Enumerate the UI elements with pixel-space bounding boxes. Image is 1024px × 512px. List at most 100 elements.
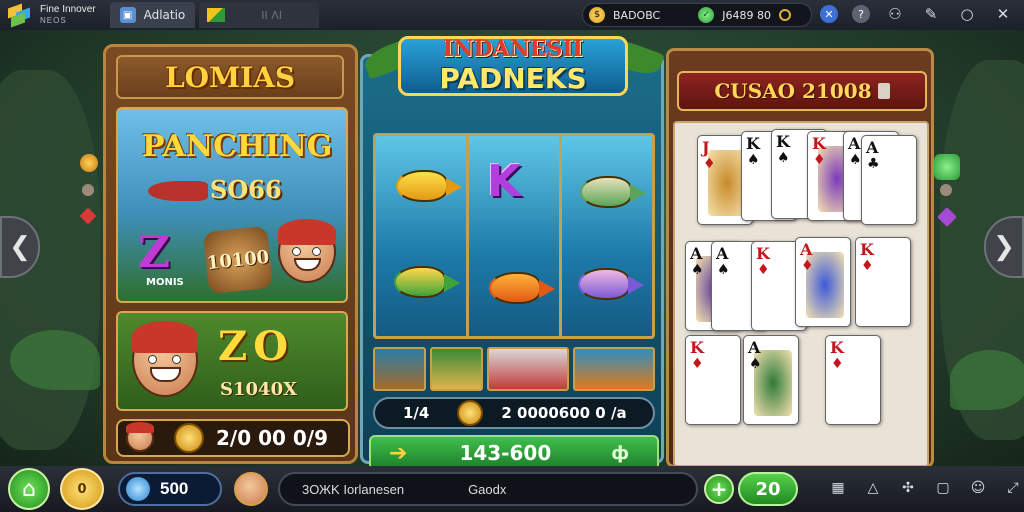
- red-fish-icon: [148, 181, 208, 201]
- card-suit: ♣: [867, 156, 880, 172]
- character-face-icon: [132, 321, 198, 397]
- lock-icon[interactable]: ✕: [820, 5, 838, 23]
- app-name: Fine Innover NEOS: [40, 4, 96, 26]
- left-title-bar: LOMIAS: [116, 55, 344, 99]
- slot-reels[interactable]: K: [373, 133, 655, 339]
- z-bonus-sub: MONIS: [146, 277, 184, 288]
- gem-value: 500: [160, 479, 189, 498]
- card-rank: K: [860, 240, 874, 259]
- users-icon[interactable]: ⚇: [884, 3, 906, 25]
- help-icon[interactable]: ?: [852, 5, 870, 23]
- face-icon[interactable]: ☺: [966, 476, 990, 500]
- card-suit: ♠: [777, 150, 790, 166]
- right-panel-title: CUSAO 21008: [714, 79, 872, 103]
- card-rank: A: [848, 134, 861, 153]
- jungle-leaf: [10, 330, 100, 390]
- green-fish-icon: [394, 266, 460, 298]
- jungle-leaf: [950, 350, 1024, 410]
- app-name-line1: Fine Innover: [40, 4, 96, 15]
- center-slot-panel[interactable]: K 1/4 2 0000600 0 /a ➔ 143-600 ф: [360, 54, 664, 470]
- card-suit: ♠: [747, 152, 760, 168]
- yellow-fish-icon: [396, 170, 462, 202]
- tab-secondary[interactable]: II ΛΙ: [199, 2, 320, 28]
- left-balance-value: 2/0 00 0/9: [216, 426, 329, 450]
- thumbnail[interactable]: [373, 347, 426, 391]
- plus-icon: +: [710, 477, 728, 501]
- coin-icon: [457, 400, 484, 426]
- lantern-icon: [877, 83, 890, 99]
- card-suit: ♦: [861, 258, 874, 274]
- tab-title: Adlatio: [143, 8, 186, 22]
- striped-fish-icon: [580, 176, 646, 208]
- thumbnail[interactable]: [572, 347, 655, 391]
- card-rank: J: [702, 138, 710, 157]
- playing-card[interactable]: K ♦: [825, 335, 881, 425]
- level-value: 20: [755, 478, 781, 500]
- k-symbol: K: [487, 156, 522, 207]
- alert-icon[interactable]: △: [861, 476, 885, 500]
- level-badge[interactable]: 20: [738, 472, 798, 506]
- card-rank: K: [746, 134, 760, 153]
- left-main-card[interactable]: PANCHING SO66 Z MONIS 10100: [116, 107, 348, 303]
- card-suit: ♠: [717, 262, 730, 278]
- left-bonus-card[interactable]: ZO S1040X: [116, 311, 348, 411]
- playing-card[interactable]: A ♣: [861, 135, 917, 225]
- playing-card[interactable]: A ♠: [743, 335, 799, 425]
- card-rank: A: [800, 240, 813, 259]
- flag-icon: [207, 8, 226, 22]
- side-gem-icon: [934, 154, 960, 180]
- home-button[interactable]: ⌂: [8, 468, 50, 510]
- left-balance-bar: 2/0 00 0/9: [116, 419, 350, 457]
- thumbnail[interactable]: [486, 347, 569, 391]
- right-title-bar: CUSAO 21008: [677, 71, 927, 111]
- reel-1: [376, 136, 469, 336]
- banner-title-bottom: PADNEKS: [439, 62, 587, 95]
- left-headline: PANCHING: [142, 129, 333, 164]
- card-rank: K: [812, 134, 826, 153]
- message-right: Gaodx: [468, 481, 507, 497]
- card-table[interactable]: J ♦ K ♠ K ♠ K ♦ A ♠ A ♣ A ♠ A ♠ K ♦ A ♦ K ♦ K ♦ A ♠ K ♦: [673, 121, 929, 467]
- playing-card[interactable]: A ♦: [795, 237, 851, 327]
- card-suit: ♦: [691, 356, 704, 372]
- coin-button[interactable]: 0: [60, 468, 104, 510]
- card-suit: ♦: [831, 356, 844, 372]
- edit-icon[interactable]: ✎: [920, 3, 942, 25]
- card-rank: K: [776, 132, 790, 151]
- playing-card[interactable]: K ♦: [855, 237, 911, 327]
- bet-right: 2 0000600 0 /a: [501, 404, 627, 422]
- avatar[interactable]: [234, 472, 268, 506]
- add-button[interactable]: +: [704, 474, 734, 504]
- spin-button[interactable]: ➔ 143-600 ф: [369, 435, 659, 470]
- tab-game[interactable]: ▣ Adlatio: [109, 2, 196, 28]
- left-game-panel[interactable]: LOMIAS PANCHING SO66 Z MONIS 10100 ZO S1…: [103, 44, 358, 464]
- purple-fish-icon: [578, 268, 644, 300]
- puzzle-icon[interactable]: ✣: [896, 476, 920, 500]
- card-suit: ♠: [691, 262, 704, 278]
- message-bar[interactable]: 3ОЖK Iorlanesen Gaodx: [278, 472, 698, 506]
- reel-2: K: [469, 136, 562, 336]
- expand-icon[interactable]: ⤢: [1001, 476, 1024, 500]
- square-icon[interactable]: ▢: [931, 476, 955, 500]
- thumbnail[interactable]: [429, 347, 483, 391]
- info-icon: ф: [611, 442, 630, 464]
- side-star-icon: [82, 184, 94, 196]
- message-left: 3ОЖK Iorlanesen: [302, 481, 405, 497]
- value-plaque: 10100: [202, 225, 274, 295]
- bet-info-bar: 1/4 2 0000600 0 /a: [373, 397, 655, 429]
- coin-icon: $: [589, 7, 605, 23]
- banner-title-top: INDANESII: [443, 36, 583, 62]
- right-card-panel[interactable]: CUSAO 21008 J ♦ K ♠ K ♠ K ♦ A ♠ A ♣ A ♠ A ♠ K ♦ A ♦ K ♦ K ♦ A ♠ K ♦: [666, 48, 934, 468]
- bottom-icon-group: ▦ △ ✣ ▢ ☺ ⤢: [826, 476, 1024, 500]
- card-rank: A: [690, 244, 703, 263]
- close-icon[interactable]: ✕: [992, 3, 1014, 25]
- card-suit: ♠: [849, 152, 862, 168]
- home-icon: ⌂: [22, 476, 36, 502]
- stats-coins: BADOBC: [613, 8, 661, 22]
- minimize-icon[interactable]: ○: [956, 3, 978, 25]
- grid-icon[interactable]: ▦: [826, 476, 850, 500]
- bonus-big-text: ZO: [218, 323, 295, 370]
- playing-card[interactable]: K ♦: [685, 335, 741, 425]
- left-subline: SO66: [210, 175, 282, 204]
- card-rank: K: [690, 338, 704, 357]
- gem-balance[interactable]: 500: [118, 472, 222, 506]
